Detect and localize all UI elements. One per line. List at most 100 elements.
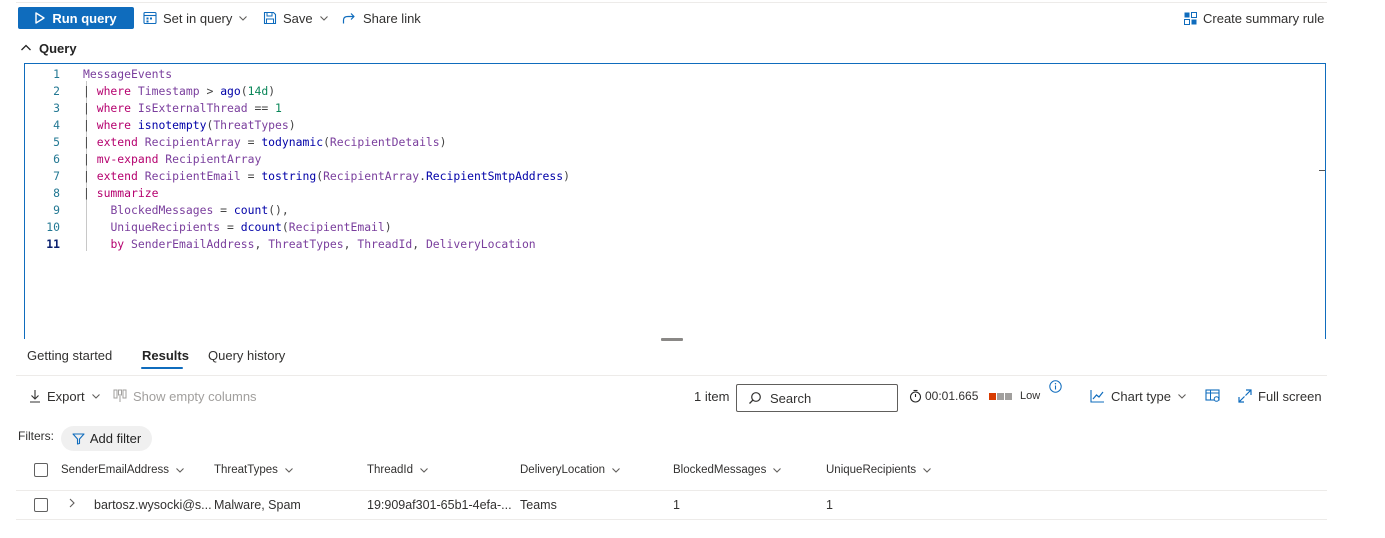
column-header-label: BlockedMessages — [673, 464, 767, 476]
info-icon[interactable] — [1049, 380, 1062, 393]
results-search-input[interactable]: Search — [736, 384, 898, 412]
chevron-up-icon — [20, 43, 32, 53]
column-header[interactable]: DeliveryLocation — [520, 463, 621, 477]
download-icon — [29, 389, 41, 403]
show-empty-columns-toggle[interactable]: Show empty columns — [113, 387, 257, 405]
chevron-down-icon — [1177, 391, 1187, 401]
line-number: 6 — [53, 152, 60, 166]
chevron-down-icon — [175, 465, 185, 475]
line-number: 4 — [53, 118, 60, 132]
line-number: 2 — [53, 84, 60, 98]
code-line: 3 | where IsExternalThread == 1 — [25, 100, 1125, 117]
stopwatch-icon — [909, 389, 922, 403]
create-summary-rule-button[interactable]: Create summary rule — [1184, 7, 1324, 29]
chart-type-button[interactable]: Chart type — [1090, 387, 1187, 405]
table-cell: 1 — [826, 498, 833, 512]
code-line: 9 BlockedMessages = count(), — [25, 202, 1125, 219]
code-text: BlockedMessages = count(), — [110, 203, 289, 217]
code-line: 4 | where isnotempty(ThreatTypes) — [25, 117, 1125, 134]
code-text: | where Timestamp > ago(14d) — [83, 84, 276, 98]
column-header[interactable]: ThreatTypes — [214, 463, 294, 477]
chevron-down-icon — [611, 465, 621, 475]
chevron-right-icon[interactable] — [67, 497, 77, 509]
column-header-label: ThreadId — [367, 464, 414, 476]
top-divider — [16, 2, 1327, 3]
code-text: | summarize — [83, 186, 159, 200]
code-text: | mv-expand RecipientArray — [83, 152, 262, 166]
summary-rule-icon — [1184, 11, 1197, 25]
code-line: 2 | where Timestamp > ago(14d) — [25, 83, 1125, 100]
line-number: 1 — [53, 67, 60, 81]
severity-label: Low — [1020, 390, 1041, 402]
export-button[interactable]: Export — [29, 387, 101, 405]
header-divider — [16, 490, 1327, 491]
code-line: 1 MessageEvents — [25, 66, 1125, 83]
severity-bar — [997, 392, 1004, 400]
code-line: 11 by SenderEmailAddress, ThreatTypes, T… — [25, 236, 1125, 253]
chevron-down-icon — [419, 465, 429, 475]
column-header[interactable]: ThreadId — [367, 463, 429, 477]
line-number: 5 — [53, 135, 60, 149]
columns-icon — [113, 389, 127, 403]
share-icon — [342, 11, 357, 25]
table-cell: bartosz.wysocki@s... — [94, 498, 212, 512]
add-filter-label: Add filter — [89, 431, 142, 446]
query-editor[interactable]: 1 MessageEvents 2 | where Timestamp > ago(1… — [24, 63, 1326, 339]
full-screen-button[interactable]: Full screen — [1238, 387, 1322, 405]
code-line: 7 | extend RecipientEmail = tostring(Reci… — [25, 168, 1125, 185]
code-text: | where IsExternalThread == 1 — [83, 101, 282, 115]
line-number: 9 — [53, 203, 60, 217]
calendar-icon — [143, 11, 157, 25]
set-in-query-label: Set in query — [163, 10, 233, 26]
column-header-label: UniqueRecipients — [826, 464, 917, 476]
table-settings-icon — [1205, 389, 1221, 403]
code-text: by SenderEmailAddress, ThreatTypes, Thre… — [110, 237, 536, 251]
duration-value: 00:01.665 — [925, 389, 979, 403]
table-cell: Teams — [520, 498, 557, 512]
full-screen-label: Full screen — [1258, 388, 1322, 404]
save-button[interactable]: Save — [263, 7, 329, 29]
run-query-button[interactable]: Run query — [18, 7, 134, 29]
query-section-toggle[interactable]: Query — [20, 40, 77, 56]
column-header-label: ThreatTypes — [214, 464, 278, 476]
export-label: Export — [47, 388, 85, 404]
tab-getting-started[interactable]: Getting started — [27, 348, 112, 363]
item-count: 1 item — [694, 388, 730, 404]
column-header-label: DeliveryLocation — [520, 464, 606, 476]
chart-type-label: Chart type — [1111, 388, 1171, 404]
tab-query-history[interactable]: Query history — [208, 348, 285, 363]
tab-results[interactable]: Results — [142, 348, 189, 363]
code-text: | extend RecipientArray = todynamic(Reci… — [83, 135, 447, 149]
pane-resize-handle[interactable] — [661, 338, 683, 341]
severity-bar — [989, 392, 996, 400]
line-number: 3 — [53, 101, 60, 115]
select-all-checkbox[interactable] — [34, 463, 48, 477]
customize-columns-button[interactable] — [1205, 387, 1221, 405]
code-line: 5 | extend RecipientArray = todynamic(Rec… — [25, 134, 1125, 151]
code-line: 8 | summarize — [25, 185, 1125, 202]
chevron-down-icon — [319, 13, 329, 23]
chevron-down-icon — [922, 465, 932, 475]
scroll-marker — [1319, 170, 1325, 171]
share-link-button[interactable]: Share link — [342, 7, 421, 29]
set-in-query-button[interactable]: Set in query — [143, 7, 248, 29]
show-empty-columns-label: Show empty columns — [133, 388, 257, 404]
share-link-label: Share link — [363, 10, 421, 26]
chevron-down-icon — [772, 465, 782, 475]
save-label: Save — [283, 10, 313, 26]
row-checkbox[interactable] — [34, 498, 48, 512]
create-summary-rule-label: Create summary rule — [1203, 10, 1325, 26]
code-text: MessageEvents — [83, 67, 173, 81]
play-icon — [35, 12, 46, 24]
column-header[interactable]: BlockedMessages — [673, 463, 782, 477]
line-number: 11 — [46, 237, 60, 251]
line-chart-icon — [1090, 389, 1105, 403]
code-line: 10 UniqueRecipients = dcount(RecipientEm… — [25, 219, 1125, 236]
table-cell: 1 — [673, 498, 680, 512]
chevron-down-icon — [284, 465, 294, 475]
add-filter-button[interactable]: Add filter — [61, 426, 152, 451]
column-header[interactable]: UniqueRecipients — [826, 463, 932, 477]
active-tab-indicator — [141, 367, 183, 369]
column-header[interactable]: SenderEmailAddress — [61, 463, 185, 477]
run-query-label: Run query — [52, 10, 117, 26]
